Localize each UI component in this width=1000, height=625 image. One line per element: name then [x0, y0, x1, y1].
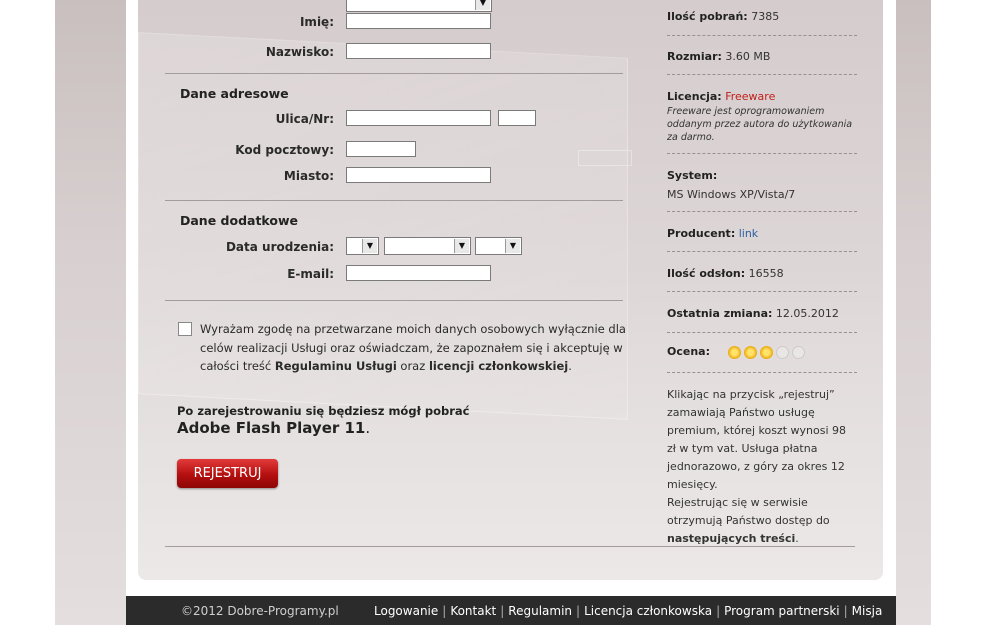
system-row: System: MS Windows XP/Vista/7 — [667, 169, 857, 201]
premium-description: Klikając na przycisk „rejestruj” zamawia… — [667, 386, 857, 548]
footer-separator: | — [576, 604, 581, 618]
size-label: Rozmiar: — [667, 50, 722, 63]
star-empty-icon[interactable] — [791, 345, 805, 359]
register-button[interactable]: REJESTRUJ — [177, 459, 278, 488]
consent-text: Wyrażam zgodę na przetwarzane moich dany… — [200, 320, 630, 376]
views-label: Ilość odsłon: — [667, 267, 746, 280]
copyright: ©2012 Dobre-Programy.pl — [181, 604, 339, 618]
premium-description-text: . — [795, 532, 799, 545]
views-value: 16558 — [748, 267, 784, 280]
footer-link[interactable]: Regulamin — [508, 604, 572, 618]
dashed-divider — [667, 372, 857, 373]
last-change-label: Ostatnia zmiana: — [667, 307, 773, 320]
registration-form: ▼ Imię: Nazwisko: Dane adresowe Ulica/Nr… — [138, 0, 638, 580]
premium-description-text: Klikając na przycisk „rejestruj” zamawia… — [667, 388, 847, 491]
star-filled-icon[interactable] — [759, 345, 773, 359]
footer-separator: | — [500, 604, 505, 618]
consent-text-part: . — [568, 359, 572, 373]
dashed-divider — [667, 35, 857, 36]
footer: ©2012 Dobre-Programy.pl Logowanie | Kontak… — [126, 596, 896, 625]
dashed-divider — [667, 153, 857, 154]
last-change-row: Ostatnia zmiana: 12.05.2012 — [667, 307, 857, 320]
rating-stars[interactable] — [727, 345, 808, 359]
size-row: Rozmiar: 3.60 MB — [667, 50, 857, 63]
premium-description-text: Rejestrując się w serwisie otrzymują Pań… — [667, 496, 830, 527]
dashed-divider — [667, 74, 857, 75]
system-value: MS Windows XP/Vista/7 — [667, 188, 796, 201]
product-name: Adobe Flash Player 11. — [177, 419, 370, 437]
divider — [165, 200, 623, 201]
postal-code-label: Kod pocztowy: — [235, 143, 334, 157]
dashed-divider — [667, 291, 857, 292]
size-value: 3.60 MB — [725, 50, 771, 63]
terms-link[interactable]: Regulaminu Usługi — [275, 359, 397, 373]
email-label: E-mail: — [287, 267, 334, 281]
first-name-input[interactable] — [346, 13, 491, 29]
dashed-divider — [667, 211, 857, 212]
license-row: Licencja: Freeware Freeware jest oprogra… — [667, 90, 857, 144]
house-number-input[interactable] — [498, 110, 536, 126]
chevron-down-icon: ▼ — [505, 239, 520, 253]
footer-link[interactable]: Logowanie — [374, 604, 438, 618]
membership-license-link[interactable]: licencji członkowskiej — [429, 359, 568, 373]
postal-code-input[interactable] — [346, 141, 416, 157]
downloads-value: 7385 — [751, 10, 780, 23]
last-change-value: 12.05.2012 — [775, 307, 839, 320]
content-access-link[interactable]: następujących treści — [667, 532, 795, 545]
license-note: Freeware jest oprogramowaniem oddanym pr… — [667, 106, 853, 143]
consent-text-part: oraz — [400, 359, 426, 373]
last-name-label: Nazwisko: — [265, 45, 334, 59]
after-register-text: Po zarejestrowaniu się będziesz mógł pob… — [177, 404, 470, 418]
downloads-label: Ilość pobrań: — [667, 10, 748, 23]
rating-label: Ocena: — [667, 345, 710, 358]
views-row: Ilość odsłon: 16558 — [667, 267, 857, 280]
street-input[interactable] — [346, 110, 491, 126]
consent-checkbox[interactable] — [178, 322, 192, 336]
birth-year-select[interactable]: ▼ — [475, 237, 522, 255]
footer-separator: | — [442, 604, 447, 618]
footer-separator: | — [843, 604, 848, 618]
birth-date-label: Data urodzenia: — [225, 240, 334, 254]
top-select-partial[interactable]: ▼ — [346, 0, 492, 12]
footer-link[interactable]: Kontakt — [450, 604, 496, 618]
divider — [165, 300, 623, 301]
chevron-down-icon: ▼ — [454, 239, 469, 253]
address-section-title: Dane adresowe — [180, 86, 289, 101]
star-filled-icon[interactable] — [727, 345, 741, 359]
city-input[interactable] — [346, 167, 491, 183]
content-panel: ▼ Imię: Nazwisko: Dane adresowe Ulica/Nr… — [138, 0, 883, 580]
footer-links: Logowanie | Kontakt | Regulamin | Licencja czł… — [374, 604, 882, 618]
extra-section-title: Dane dodatkowe — [180, 213, 299, 228]
divider — [165, 546, 855, 547]
dashed-divider — [667, 332, 857, 333]
star-filled-icon[interactable] — [743, 345, 757, 359]
star-empty-icon[interactable] — [775, 345, 789, 359]
footer-link[interactable]: Licencja członkowska — [584, 604, 712, 618]
street-label: Ulica/Nr: — [275, 112, 334, 126]
system-label: System: — [667, 169, 718, 182]
producer-row: Producent: link — [667, 227, 857, 240]
footer-link[interactable]: Misja — [852, 604, 883, 618]
page-container: ▼ Imię: Nazwisko: Dane adresowe Ulica/Nr… — [126, 0, 896, 596]
product-name-dot: . — [365, 419, 371, 437]
license-label: Licencja: — [667, 90, 722, 103]
last-name-input[interactable] — [346, 43, 491, 59]
footer-separator: | — [716, 604, 721, 618]
birth-month-select[interactable]: ▼ — [384, 237, 471, 255]
email-field[interactable] — [346, 265, 491, 281]
producer-label: Producent: — [667, 227, 736, 240]
dashed-divider — [667, 251, 857, 252]
license-value: Freeware — [725, 90, 776, 103]
footer-link[interactable]: Program partnerski — [724, 604, 840, 618]
divider — [165, 73, 623, 74]
chevron-down-icon: ▼ — [475, 0, 490, 10]
rating-row: Ocena: — [667, 345, 857, 359]
producer-link[interactable]: link — [739, 227, 758, 240]
product-name-text: Adobe Flash Player 11 — [177, 419, 366, 437]
downloads-row: Ilość pobrań: 7385 — [667, 10, 857, 23]
chevron-down-icon: ▼ — [362, 239, 377, 253]
city-label: Miasto: — [283, 169, 334, 183]
birth-day-select[interactable]: ▼ — [346, 237, 379, 255]
first-name-label: Imię: — [299, 15, 334, 29]
